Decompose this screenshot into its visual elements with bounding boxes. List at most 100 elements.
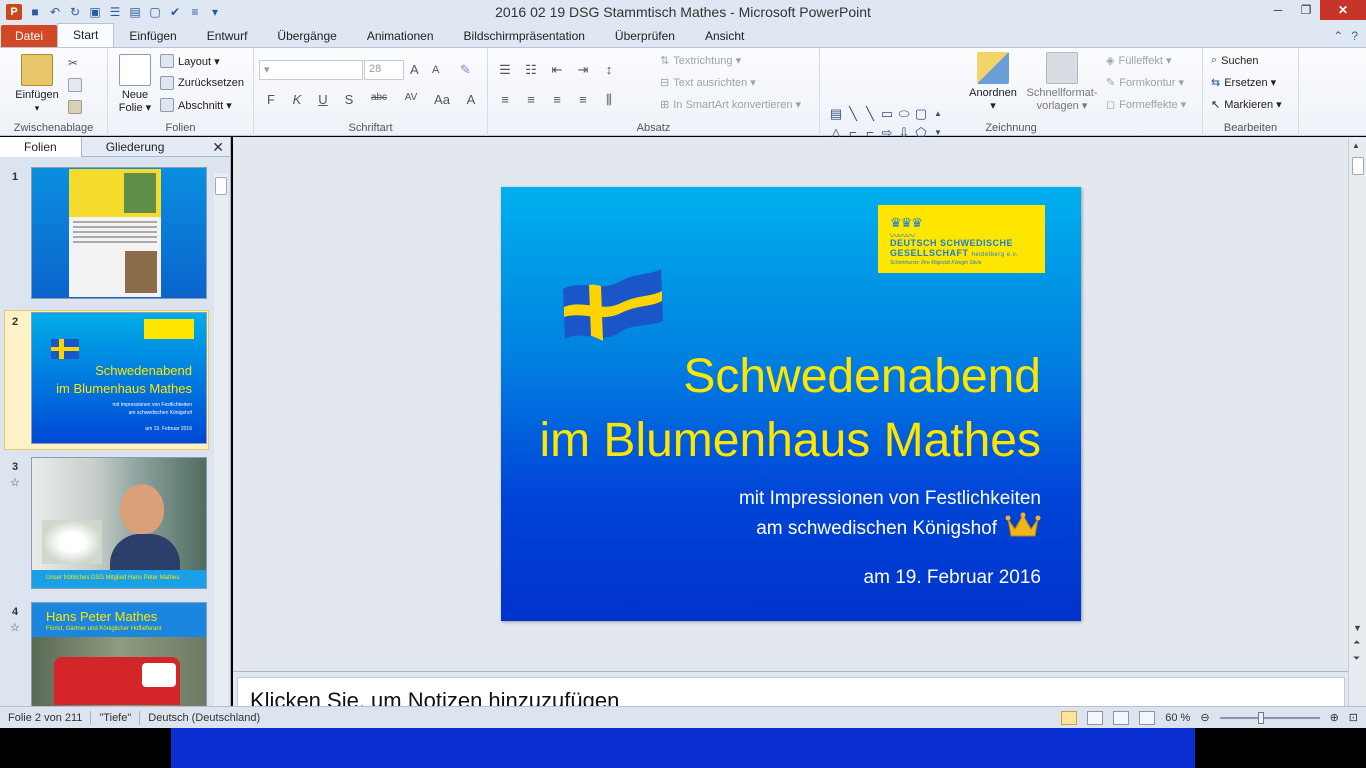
align-text-button[interactable]: ⊟ Text ausrichten ▾ <box>660 76 756 89</box>
zoom-in-icon[interactable]: ⊕ <box>1330 711 1339 724</box>
tab-slideshow[interactable]: Bildschirmpräsentation <box>449 25 600 47</box>
shadow-icon[interactable]: S <box>342 92 356 107</box>
justify-icon[interactable]: ≡ <box>576 92 590 108</box>
scroll-up-icon[interactable]: ▲ <box>930 104 946 123</box>
close-icon[interactable]: ✕ <box>1320 0 1366 20</box>
shrink-font-icon[interactable]: A <box>432 64 439 76</box>
change-case-icon[interactable]: Aa <box>432 92 452 107</box>
section-button[interactable]: Abschnitt ▾ <box>160 98 232 112</box>
increase-indent-icon[interactable]: ⇥ <box>576 62 590 78</box>
font-color-icon[interactable]: A <box>464 92 478 107</box>
align-left-icon[interactable]: ≡ <box>498 92 512 108</box>
collapse-ribbon-icon[interactable]: ⌃ <box>1333 25 1343 47</box>
paste-button[interactable]: Einfügen ▾ <box>10 54 64 115</box>
theme-status[interactable]: "Tiefe" <box>91 710 141 725</box>
minimize-icon[interactable]: ─ <box>1264 0 1292 20</box>
line2-shape-icon[interactable]: ╲ <box>862 104 878 123</box>
line-spacing-icon[interactable]: ↕ <box>602 62 616 78</box>
bullets-icon[interactable]: ☰ <box>108 5 122 19</box>
numbered-list-icon[interactable]: ☷ <box>524 62 538 78</box>
arrange-button[interactable]: Anordnen ▾ <box>964 52 1022 113</box>
scroll-down-arrow-icon[interactable]: ▼ <box>1353 623 1362 633</box>
strikethrough-icon[interactable]: abc <box>368 92 390 107</box>
rect-shape-icon[interactable]: ▭ <box>879 104 895 123</box>
textbox-shape-icon[interactable]: ▤ <box>828 104 844 123</box>
layout-icon[interactable]: ▤ <box>128 5 142 19</box>
slideshow-icon[interactable]: ▣ <box>88 5 102 19</box>
notes-placeholder[interactable]: Klicken Sie, um Notizen hinzuzufügen <box>250 688 619 706</box>
customize-icon[interactable]: ▾ <box>208 5 222 19</box>
redo-icon[interactable]: ↻ <box>68 5 82 19</box>
next-slide-icon[interactable]: ⏷ <box>1353 653 1360 664</box>
align-icon[interactable]: ≡ <box>188 5 202 19</box>
reset-button[interactable]: Zurücksetzen <box>160 76 244 90</box>
cut-icon[interactable]: ✂ <box>68 56 82 70</box>
powerpoint-icon[interactable]: P <box>6 4 22 20</box>
slide-thumbnail-1[interactable] <box>31 167 207 299</box>
align-center-icon[interactable]: ≡ <box>524 92 538 108</box>
zoom-level[interactable]: 60 % <box>1165 712 1190 724</box>
format-painter-icon[interactable] <box>68 100 82 114</box>
slide-sorter-view-icon[interactable] <box>1087 710 1104 725</box>
bold-icon[interactable]: F <box>264 92 278 107</box>
layout-button[interactable]: Layout ▾ <box>160 54 220 68</box>
decrease-indent-icon[interactable]: ⇤ <box>550 62 564 78</box>
fill-button[interactable]: ◈ Fülleffekt ▾ <box>1106 54 1171 67</box>
tab-animations[interactable]: Animationen <box>352 25 449 47</box>
spelling-icon[interactable]: ✔ <box>168 5 182 19</box>
zoom-slider[interactable] <box>1219 711 1320 724</box>
oval-shape-icon[interactable]: ⬭ <box>896 104 912 123</box>
tab-design[interactable]: Entwurf <box>192 25 263 47</box>
slideshow-view-icon[interactable] <box>1139 710 1156 725</box>
select-button[interactable]: ↖ Markieren ▾ <box>1211 98 1282 111</box>
replace-button[interactable]: ⇆ Ersetzen ▾ <box>1211 76 1276 89</box>
slide-title-line-2[interactable]: im Blumenhaus Mathes <box>539 411 1041 471</box>
slide-subtitle-line-1[interactable]: mit Impressionen von Festlichkeiten <box>739 484 1041 514</box>
help-icon[interactable]: ? <box>1351 25 1358 47</box>
thumbnail-scroll-thumb[interactable] <box>215 177 227 195</box>
new-icon[interactable]: ▢ <box>148 5 162 19</box>
columns-icon[interactable]: ⫼ <box>602 92 616 108</box>
char-spacing-icon[interactable]: AV <box>402 92 420 107</box>
quick-styles-button[interactable]: Schnellformat- vorlagen ▾ <box>1022 52 1102 113</box>
find-button[interactable]: ⌕ Suchen <box>1211 54 1258 67</box>
tab-transitions[interactable]: Übergänge <box>262 25 351 47</box>
fit-to-window-icon[interactable]: ⊡ <box>1349 711 1358 724</box>
font-name-dropdown[interactable]: ▾ <box>259 60 363 80</box>
tab-review[interactable]: Überprüfen <box>600 25 690 47</box>
effects-button[interactable]: ◻ Formeffekte ▾ <box>1106 98 1186 111</box>
tab-slides-panel[interactable]: Folien <box>0 137 82 157</box>
outline-button[interactable]: ✎ Formkontur ▾ <box>1106 76 1184 89</box>
scroll-up-arrow-icon[interactable]: ▲ <box>1352 141 1360 150</box>
smartart-button[interactable]: ⊞ In SmartArt konvertieren ▾ <box>660 98 801 111</box>
line-shape-icon[interactable]: ╲ <box>845 104 861 123</box>
tab-outline-panel[interactable]: Gliederung <box>82 137 189 157</box>
tab-insert[interactable]: Einfügen <box>114 25 191 47</box>
clear-formatting-icon[interactable]: ✎ <box>460 62 471 78</box>
copy-icon[interactable] <box>68 78 82 92</box>
current-slide[interactable]: ♛♛♛ 〰〰〰 DEUTSCH SCHWEDISCHE GESELLSCHAFT… <box>501 187 1081 621</box>
roundrect-shape-icon[interactable]: ▢ <box>913 104 929 123</box>
slide-thumbnail-4[interactable]: Hans Peter Mathes Florist, Gärtner und K… <box>31 602 207 706</box>
main-scrollbar[interactable]: ▲ ▼ ⏶ ⏷ <box>1348 137 1366 706</box>
main-scroll-thumb[interactable] <box>1352 157 1364 175</box>
slide-thumbnail-3[interactable]: Unser fröhliches DSG Mitglied Hans Peter… <box>31 457 207 589</box>
zoom-out-icon[interactable]: ⊖ <box>1200 711 1209 724</box>
previous-slide-icon[interactable]: ⏶ <box>1353 637 1360 648</box>
reading-view-icon[interactable] <box>1113 710 1130 725</box>
slide-subtitle-line-2[interactable]: am schwedischen Königshof <box>756 514 997 544</box>
grow-font-icon[interactable]: A <box>410 62 419 77</box>
tab-view[interactable]: Ansicht <box>690 25 759 47</box>
bullets-list-icon[interactable]: ☰ <box>498 62 512 78</box>
undo-icon[interactable]: ↶ <box>48 5 62 19</box>
align-right-icon[interactable]: ≡ <box>550 92 564 108</box>
panel-close-icon[interactable]: ✕ <box>212 137 224 157</box>
language-status[interactable]: Deutsch (Deutschland) <box>140 711 268 725</box>
italic-icon[interactable]: K <box>290 92 304 107</box>
text-direction-button[interactable]: ⇅ Textrichtung ▾ <box>660 54 741 67</box>
tab-start[interactable]: Start <box>57 23 115 47</box>
thumbnail-scrollbar[interactable] <box>214 173 228 706</box>
restore-icon[interactable]: ❐ <box>1292 0 1320 20</box>
slide-date[interactable]: am 19. Februar 2016 <box>864 563 1041 593</box>
underline-icon[interactable]: U <box>316 92 330 107</box>
